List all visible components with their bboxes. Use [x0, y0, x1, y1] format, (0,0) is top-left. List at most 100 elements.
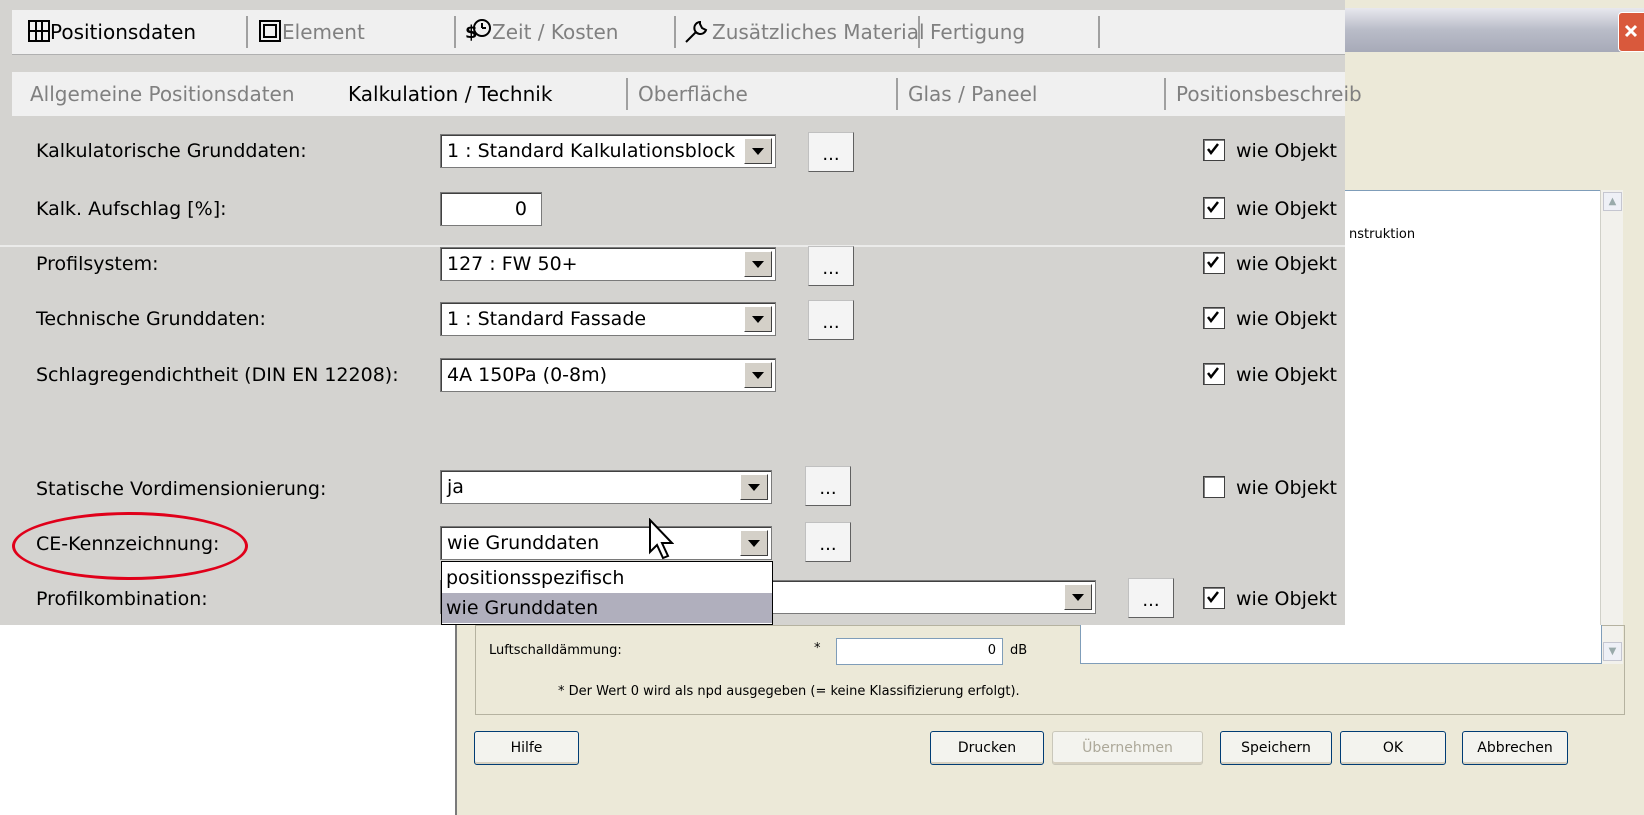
kalk-grunddaten-checkbox[interactable]: [1203, 139, 1225, 161]
tab-fertigung[interactable]: Fertigung: [930, 10, 1025, 54]
highlight-ellipse: [12, 512, 248, 580]
schlagregen-wie-objekt: wie Objekt: [1236, 364, 1337, 386]
hilfe-button[interactable]: Hilfe: [474, 731, 579, 765]
tab-element-label: Element: [282, 20, 365, 44]
profilkombination-dots-button[interactable]: ...: [1128, 578, 1174, 618]
tab-separator: [918, 16, 920, 48]
chevron-down-icon[interactable]: [744, 138, 772, 164]
tech-grunddaten-checkbox[interactable]: [1203, 307, 1225, 329]
close-button[interactable]: [1618, 12, 1644, 52]
tech-grunddaten-wie-objekt: wie Objekt: [1236, 308, 1337, 330]
uebernehmen-button[interactable]: Übernehmen: [1052, 731, 1203, 765]
element-icon: [259, 20, 281, 42]
tab-separator: [1164, 78, 1166, 110]
sub-tabbar: Allgemeine Positionsdaten Kalkulation / …: [12, 72, 1362, 116]
chevron-down-icon[interactable]: [744, 251, 772, 277]
checkmark-icon: [1207, 143, 1219, 156]
tab-zeit-kosten-label: Zeit / Kosten: [492, 20, 619, 44]
luftschall-value: 0: [987, 643, 996, 658]
profilkombination-checkbox[interactable]: [1203, 587, 1225, 609]
tab-glas-paneel[interactable]: Glas / Paneel: [908, 72, 1037, 116]
background-listbox[interactable]: nstruktion: [1345, 190, 1601, 656]
background-scrollbar[interactable]: ▲ ▼: [1600, 190, 1623, 664]
checkmark-icon: [1207, 311, 1219, 324]
kalk-aufschlag-label: Kalk. Aufschlag [%]:: [36, 198, 227, 220]
profilsystem-checkbox[interactable]: [1203, 252, 1225, 274]
tab-separator: [1098, 16, 1100, 48]
chevron-down-icon[interactable]: [744, 306, 772, 332]
tech-grunddaten-label: Technische Grunddaten:: [36, 308, 266, 330]
abbrechen-button[interactable]: Abbrechen: [1462, 731, 1568, 765]
tech-grunddaten-value: 1 : Standard Fassade: [447, 308, 647, 330]
background-textbox[interactable]: [1080, 625, 1602, 664]
dropdown-option-wie-grunddaten[interactable]: wie Grunddaten: [442, 593, 772, 623]
kalk-grunddaten-value: 1 : Standard Kalkulationsblock: [447, 140, 736, 162]
kalk-grunddaten-label: Kalkulatorische Grunddaten:: [36, 140, 307, 162]
chevron-down-icon[interactable]: [1064, 584, 1092, 610]
kalk-aufschlag-input[interactable]: 0: [440, 192, 542, 226]
chevron-down-icon[interactable]: [740, 474, 768, 500]
statische-dots-button[interactable]: ...: [805, 466, 851, 506]
tab-oberflaeche[interactable]: Oberfläche: [638, 72, 748, 116]
statische-wie-objekt: wie Objekt: [1236, 477, 1337, 499]
profilkombination-wie-objekt: wie Objekt: [1236, 588, 1337, 610]
kalk-aufschlag-value: 0: [514, 198, 527, 220]
statische-label: Statische Vordimensionierung:: [36, 478, 327, 500]
tab-allgemeine-positionsdaten[interactable]: Allgemeine Positionsdaten: [30, 72, 295, 116]
statische-value: ja: [447, 476, 464, 498]
checkmark-icon: [1207, 201, 1219, 214]
profilsystem-label: Profilsystem:: [36, 253, 159, 275]
ce-select[interactable]: wie Grunddaten: [440, 526, 772, 560]
close-icon: [1624, 24, 1638, 38]
statische-checkbox[interactable]: [1203, 476, 1225, 498]
speichern-button[interactable]: Speichern: [1220, 731, 1332, 765]
chevron-down-icon[interactable]: [744, 362, 772, 388]
drucken-button[interactable]: Drucken: [930, 731, 1044, 765]
profilsystem-select[interactable]: 127 : FW 50+: [440, 247, 776, 281]
ce-dropdown-list: positionsspezifisch wie Grunddaten: [441, 561, 773, 625]
tab-element[interactable]: Element: [258, 10, 365, 54]
schlagregen-select[interactable]: 4A 150Pa (0-8m): [440, 358, 776, 392]
tab-separator: [454, 16, 456, 48]
checkmark-icon: [1207, 591, 1219, 604]
kalk-grunddaten-dots-button[interactable]: ...: [808, 132, 854, 172]
wrench-icon: [685, 20, 708, 43]
scroll-up-icon[interactable]: ▲: [1603, 192, 1622, 211]
luftschall-label: Luftschalldämmung:: [489, 643, 622, 658]
tab-separator: [246, 16, 248, 48]
schlagregen-label: Schlagregendichtheit (DIN EN 12208):: [36, 364, 399, 386]
tab-separator: [896, 78, 898, 110]
tech-grunddaten-dots-button[interactable]: ...: [808, 300, 854, 340]
tab-zeit-kosten[interactable]: $ Zeit / Kosten: [464, 10, 618, 54]
ce-dots-button[interactable]: ...: [805, 522, 851, 562]
tab-separator: [674, 16, 676, 48]
clock-cost-icon: $: [465, 19, 491, 43]
kalk-aufschlag-checkbox[interactable]: [1203, 197, 1225, 219]
luftschall-note: * Der Wert 0 wird als npd ausgegeben (= …: [558, 684, 1020, 699]
profilkombination-label: Profilkombination:: [36, 588, 208, 610]
ok-button[interactable]: OK: [1340, 731, 1446, 765]
kalk-grunddaten-select[interactable]: 1 : Standard Kalkulationsblock: [440, 134, 776, 168]
ce-value: wie Grunddaten: [447, 532, 600, 554]
background-dialog-titlebar: [1345, 8, 1644, 52]
profilsystem-wie-objekt: wie Objekt: [1236, 253, 1337, 275]
tab-positionsbeschreibung[interactable]: Positionsbeschreib: [1176, 72, 1362, 116]
tab-kalkulation-technik[interactable]: Kalkulation / Technik: [348, 72, 552, 116]
tab-positionsdaten-label: Positionsdaten: [50, 20, 197, 44]
luftschall-unit: dB: [1010, 643, 1028, 658]
tech-grunddaten-select[interactable]: 1 : Standard Fassade: [440, 302, 776, 336]
chevron-down-icon[interactable]: [740, 530, 768, 556]
grid-icon: [28, 20, 50, 42]
luftschall-input[interactable]: 0: [836, 638, 1003, 665]
dropdown-option-positionsspezifisch[interactable]: positionsspezifisch: [442, 563, 772, 593]
statische-select[interactable]: ja: [440, 470, 772, 504]
tab-zusaetzliches-material[interactable]: Zusätzliches Material: [682, 10, 925, 54]
schlagregen-value: 4A 150Pa (0-8m): [447, 364, 608, 386]
tab-positionsdaten[interactable]: Positionsdaten: [28, 10, 196, 54]
profilsystem-dots-button[interactable]: ...: [808, 246, 854, 286]
tab-zusaetzliches-material-label: Zusätzliches Material: [712, 20, 925, 44]
checkmark-icon: [1207, 256, 1219, 269]
kalk-grunddaten-wie-objekt: wie Objekt: [1236, 140, 1337, 162]
schlagregen-checkbox[interactable]: [1203, 363, 1225, 385]
checkmark-icon: [1207, 367, 1219, 380]
